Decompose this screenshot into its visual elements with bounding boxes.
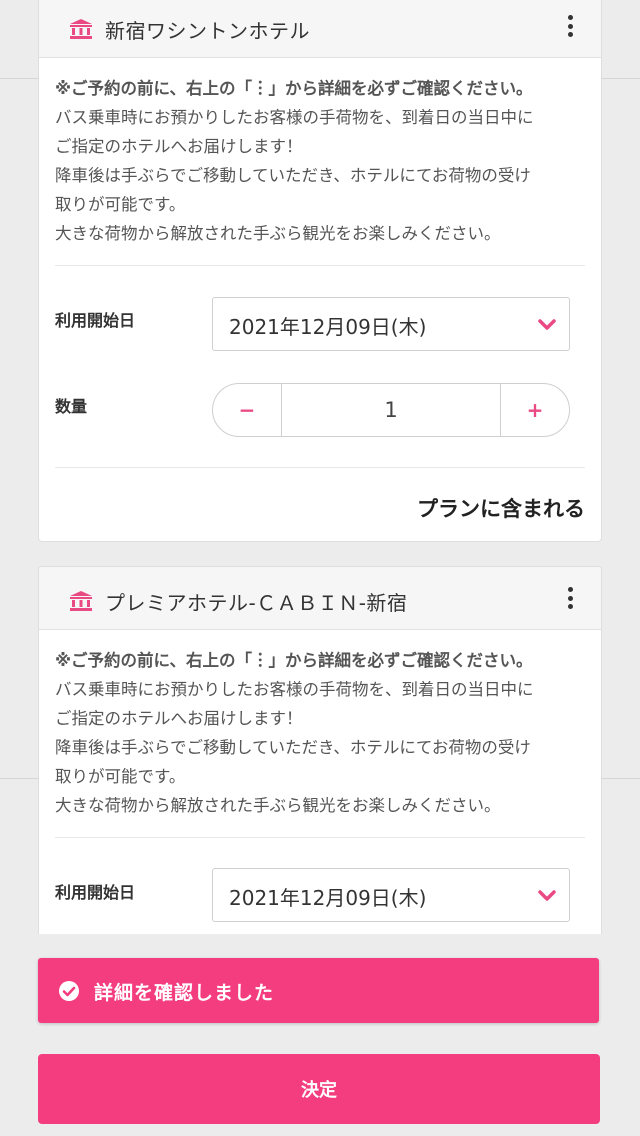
hotel-icon	[70, 591, 92, 611]
start-date-value: 2021年12月09日(木)	[229, 315, 427, 339]
start-date-label: 利用開始日	[55, 883, 136, 902]
divider	[55, 837, 585, 838]
quantity-label: 数量	[55, 397, 88, 416]
chevron-down-icon	[538, 890, 556, 901]
description-line: 降車後は手ぶらでご移動していただき、ホテルにてお荷物の受け	[55, 166, 531, 185]
hotel-card-header: プレミアホテル-ＣＡＢＩＮ-新宿	[39, 567, 601, 630]
start-date-select[interactable]: 2021年12月09日(木)	[212, 297, 570, 351]
chevron-down-icon	[538, 319, 556, 330]
submit-button[interactable]: 決定	[38, 1054, 600, 1124]
start-date-select[interactable]: 2021年12月09日(木)	[212, 868, 570, 922]
start-date-value: 2021年12月09日(木)	[229, 886, 427, 910]
description-line: 取りが可能です。	[55, 195, 186, 214]
description-line: バス乗車時にお預かりしたお客様の手荷物を、到着日の当日中に	[55, 108, 534, 127]
hotel-delivery-sheet: 新宿ワシントンホテル ※ご予約の前に、右上の「︙」から詳細を必ずご確認ください。…	[0, 0, 640, 934]
confirm-warning: ※ご予約の前に、右上の「︙」から詳細を必ずご確認ください。	[55, 79, 533, 98]
check-circle-icon	[59, 981, 79, 1001]
hotel-name: 新宿ワシントンホテル	[105, 19, 310, 43]
details-confirmed-button[interactable]: 詳細を確認しました	[38, 958, 599, 1023]
description-line: 大きな荷物から解放された手ぶら観光をお楽しみください。	[55, 224, 501, 243]
divider	[55, 467, 585, 468]
hotel-icon	[70, 19, 92, 39]
hotel-card: プレミアホテル-ＣＡＢＩＮ-新宿 ※ご予約の前に、右上の「︙」から詳細を必ずご確…	[38, 566, 602, 934]
hotel-card-header: 新宿ワシントンホテル	[39, 0, 601, 58]
description-line: バス乗車時にお預かりしたお客様の手荷物を、到着日の当日中に	[55, 680, 534, 699]
description-line: 取りが可能です。	[55, 767, 186, 786]
included-in-plan-text: プランに含まれる	[417, 497, 585, 521]
description-line: ご指定のホテルへお届けします！	[55, 709, 303, 728]
kebab-menu-icon[interactable]	[561, 11, 579, 41]
details-confirmed-label: 詳細を確認しました	[94, 982, 275, 1004]
hotel-description: ※ご予約の前に、右上の「︙」から詳細を必ずご確認ください。 バス乗車時にお預かり…	[39, 630, 601, 820]
quantity-stepper: − 1 +	[212, 383, 570, 437]
description-line: 大きな荷物から解放された手ぶら観光をお楽しみください。	[55, 796, 501, 815]
hotel-description: ※ご予約の前に、右上の「︙」から詳細を必ずご確認ください。 バス乗車時にお預かり…	[39, 58, 601, 248]
divider	[55, 265, 585, 266]
quantity-value: 1	[281, 384, 501, 436]
confirm-warning: ※ご予約の前に、右上の「︙」から詳細を必ずご確認ください。	[55, 651, 533, 670]
hotel-name: プレミアホテル-ＣＡＢＩＮ-新宿	[105, 591, 408, 615]
quantity-increase-button[interactable]: +	[501, 384, 569, 436]
description-line: 降車後は手ぶらでご移動していただき、ホテルにてお荷物の受け	[55, 738, 531, 757]
start-date-label: 利用開始日	[55, 311, 136, 330]
quantity-decrease-button[interactable]: −	[213, 384, 281, 436]
kebab-menu-icon[interactable]	[561, 583, 579, 613]
hotel-card: 新宿ワシントンホテル ※ご予約の前に、右上の「︙」から詳細を必ずご確認ください。…	[38, 0, 602, 542]
description-line: ご指定のホテルへお届けします！	[55, 137, 303, 156]
